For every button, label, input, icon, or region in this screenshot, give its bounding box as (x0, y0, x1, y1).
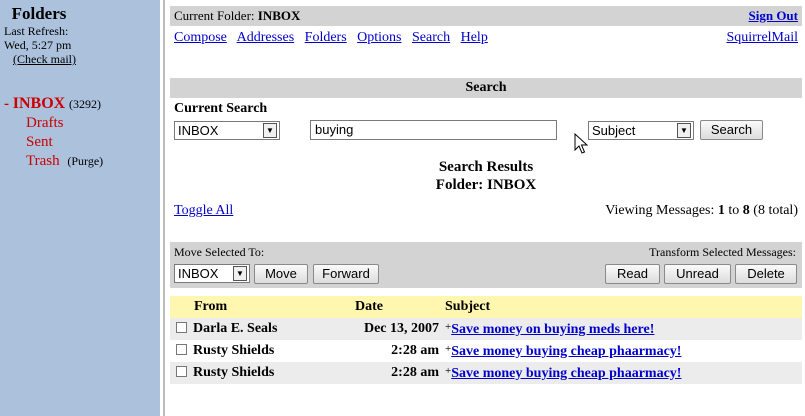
message-from: Darla E. Seals (193, 321, 278, 336)
folder-link-inbox[interactable]: INBOX (13, 95, 65, 112)
sign-out-link[interactable]: Sign Out (749, 8, 799, 24)
check-mail-link[interactable]: (Check mail) (13, 52, 76, 66)
search-results-heading: Search Results Folder: INBOX (170, 158, 802, 194)
folder-list: - INBOX (3292) Drafts Sent Trash (Purge) (4, 94, 160, 171)
forward-button[interactable]: Forward (313, 264, 379, 284)
mouse-cursor-icon (574, 133, 588, 154)
nav-addresses[interactable]: Addresses (237, 30, 295, 45)
main-pane: Current Folder: INBOX Sign Out Compose A… (170, 6, 802, 384)
message-checkbox[interactable] (176, 366, 187, 377)
folder-link-drafts[interactable]: Drafts (26, 115, 64, 131)
search-folder-value: INBOX (178, 123, 219, 138)
message-from: Rusty Shields (193, 365, 275, 380)
table-row[interactable]: Rusty Shields 2:28 am +Save money buying… (170, 340, 802, 362)
nav-options[interactable]: Options (357, 30, 401, 45)
column-date[interactable]: Date (349, 296, 445, 318)
search-section-header: Search (170, 78, 802, 98)
message-subject-link[interactable]: Save money on buying meds here! (451, 322, 654, 337)
chevron-down-icon[interactable]: ▼ (677, 123, 691, 138)
message-date: Dec 13, 2007 (349, 318, 445, 340)
column-subject[interactable]: Subject (445, 296, 802, 318)
folder-link-trash[interactable]: Trash (26, 153, 60, 169)
purge-link[interactable]: (Purge) (67, 154, 103, 168)
nav-bar: Compose Addresses Folders Options Search… (170, 26, 802, 50)
chevron-down-icon[interactable]: ▼ (233, 266, 247, 281)
move-folder-select[interactable]: INBOX ▼ (174, 264, 250, 283)
folder-item-trash: Trash (Purge) (4, 152, 160, 171)
mark-read-button[interactable]: Read (605, 264, 660, 284)
range-total: (8 total) (749, 203, 798, 218)
range-start: 1 (717, 203, 725, 218)
search-field-select[interactable]: Subject ▼ (588, 121, 694, 140)
message-list: From Date Subject Darla E. Seals Dec 13,… (170, 296, 802, 384)
nav-help[interactable]: Help (461, 30, 488, 45)
current-folder-label: Current Folder: (174, 8, 258, 23)
folder-item-sent: Sent (4, 133, 160, 152)
move-folder-value: INBOX (178, 266, 219, 281)
message-subject-link[interactable]: Save money buying cheap phaarmacy! (451, 344, 681, 359)
viewing-prefix: Viewing Messages: (605, 203, 718, 218)
search-query-input[interactable]: buying (310, 120, 557, 140)
message-actions-bar: Move Selected To: Transform Selected Mes… (170, 242, 802, 288)
folders-title: Folders (11, 4, 67, 23)
folder-item-inbox: - INBOX (3292) (4, 94, 160, 114)
table-row[interactable]: Darla E. Seals Dec 13, 2007 +Save money … (170, 318, 802, 340)
message-checkbox[interactable] (176, 322, 187, 333)
message-from: Rusty Shields (193, 343, 275, 358)
mark-unread-button[interactable]: Unread (664, 264, 731, 284)
chevron-down-icon[interactable]: ▼ (263, 123, 277, 138)
message-date: 2:28 am (349, 362, 445, 384)
last-refresh-label: Last Refresh: (4, 24, 69, 38)
move-selected-label: Move Selected To: (174, 245, 265, 259)
nav-compose[interactable]: Compose (174, 30, 227, 45)
toggle-row: Toggle All Viewing Messages: 1 to 8 (8 t… (170, 202, 802, 220)
folder-sidebar: Folders Last Refresh: Wed, 5:27 pm (Chec… (0, 0, 160, 416)
message-subject-link[interactable]: Save money buying cheap phaarmacy! (451, 366, 681, 381)
range-end: 8 (742, 203, 750, 218)
current-folder-name: INBOX (257, 8, 301, 23)
message-date: 2:28 am (349, 340, 445, 362)
toggle-all-link[interactable]: Toggle All (174, 202, 233, 220)
inbox-count: (3292) (68, 97, 101, 111)
title-bar: Current Folder: INBOX Sign Out (170, 6, 802, 26)
search-field-value: Subject (592, 123, 636, 138)
search-results-title: Search Results (438, 159, 534, 175)
table-row[interactable]: Rusty Shields 2:28 am +Save money buying… (170, 362, 802, 384)
nav-folders[interactable]: Folders (305, 30, 347, 45)
range-to: to (724, 203, 743, 218)
column-from[interactable]: From (170, 296, 349, 318)
viewing-messages: Viewing Messages: 1 to 8 (8 total) (605, 202, 798, 220)
inbox-marker: - (4, 96, 13, 112)
current-search-label: Current Search (174, 101, 268, 116)
nav-search[interactable]: Search (412, 30, 450, 45)
squirrelmail-link[interactable]: SquirrelMail (726, 30, 798, 46)
message-list-header: From Date Subject (170, 296, 802, 318)
search-results-folder: Folder: INBOX (435, 177, 537, 193)
move-button[interactable]: Move (254, 264, 308, 284)
folder-link-sent[interactable]: Sent (26, 134, 53, 150)
current-folder: Current Folder: INBOX (174, 8, 300, 24)
pane-divider-handle[interactable] (163, 0, 165, 416)
delete-button[interactable]: Delete (735, 264, 797, 284)
nav-links: Compose Addresses Folders Options Search… (174, 30, 495, 46)
message-checkbox[interactable] (176, 344, 187, 355)
search-button[interactable]: Search (700, 120, 763, 140)
folder-item-drafts: Drafts (4, 114, 160, 133)
last-refresh-time: Wed, 5:27 pm (4, 38, 72, 52)
search-folder-select[interactable]: INBOX ▼ (174, 121, 280, 140)
transform-selected-label: Transform Selected Messages: (649, 245, 796, 259)
search-form: INBOX ▼ buying Subject ▼ Search (170, 118, 802, 144)
